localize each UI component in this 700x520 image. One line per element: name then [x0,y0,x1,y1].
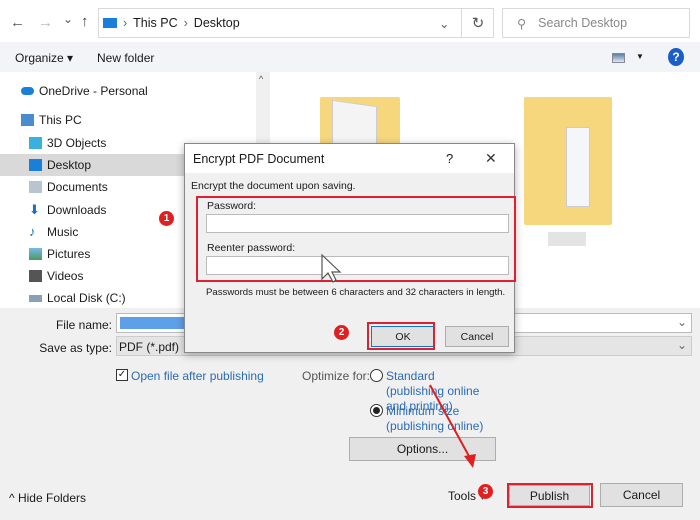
close-icon[interactable]: ✕ [485,150,497,167]
folder-icon[interactable] [524,97,612,225]
ok-highlight [367,322,435,350]
dialog-title: Encrypt PDF Document [193,152,325,166]
chevron-down-icon[interactable]: ⌄ [677,315,687,329]
organize-button[interactable]: Organize ▾ [15,51,73,65]
cube-icon [29,137,42,149]
chevron-down-icon: ⌄ [676,338,687,352]
blurred-file-name [548,232,586,246]
open-after-label[interactable]: Open file after publishing [131,369,264,383]
password-length-note: Passwords must be between 6 characters a… [206,287,506,298]
forward-button[interactable]: → [38,14,53,31]
standard-radio[interactable] [370,369,383,382]
recent-locations-button[interactable]: ⌄ [63,12,73,26]
password-fields-highlight [196,196,516,282]
computer-icon [103,18,117,28]
search-placeholder: Search Desktop [538,16,628,30]
step-3-badge: 3 [478,484,493,499]
chevron-down-icon[interactable]: ⌄ [439,16,449,31]
dialog-title-bar: Encrypt PDF Document ? ✕ [185,144,514,173]
dialog-intro: Encrypt the document upon saving. [191,180,356,192]
cancel-button[interactable]: Cancel [600,483,683,507]
cloud-icon [21,87,34,95]
breadcrumb-separator-icon: › [123,16,128,30]
document-icon [29,181,42,193]
open-after-checkbox[interactable]: ✓ [116,369,128,381]
up-button[interactable]: ↑ [81,13,89,30]
music-icon: ♪ [29,224,36,239]
scroll-up-icon[interactable]: ^ [259,74,263,84]
search-input[interactable]: ⚲ Search Desktop [502,8,690,38]
download-icon: ⬇ [29,202,40,217]
optimize-label: Optimize for: [302,369,371,383]
chevron-up-icon: ^ [9,491,18,505]
sidebar-item-onedrive[interactable]: OneDrive - Personal [0,80,256,102]
step-2-badge: 2 [334,325,349,340]
refresh-button[interactable]: ↻ [461,9,494,37]
dialog-help-button[interactable]: ? [446,151,453,166]
breadcrumb-this-pc[interactable]: This PC [133,16,177,30]
save-type-label: Save as type: [39,341,112,355]
minimum-radio[interactable] [370,404,383,417]
save-type-value: PDF (*.pdf) [119,340,180,354]
view-options-icon[interactable] [612,53,625,63]
help-button[interactable]: ? [668,48,684,66]
new-folder-button[interactable]: New folder [97,51,154,65]
video-icon [29,270,42,282]
desktop-icon [29,159,42,171]
search-icon: ⚲ [517,16,527,31]
dialog-cancel-button[interactable]: Cancel [445,326,509,347]
sidebar-item-this-pc[interactable]: This PC [0,109,256,131]
address-bar[interactable]: › This PC › Desktop ⌄ ↻ [98,8,494,38]
hide-folders-button[interactable]: ^ Hide Folders [9,491,86,505]
publish-highlight [507,483,593,508]
file-name-label: File name: [55,318,112,332]
breadcrumb-separator-icon: › [183,16,188,30]
step-1-badge: 1 [159,211,174,226]
breadcrumb-desktop[interactable]: Desktop [194,16,240,30]
computer-icon [21,114,34,126]
hide-folders-label: Hide Folders [17,491,86,505]
disk-icon [29,294,42,302]
back-button[interactable]: ← [10,14,25,31]
view-dropdown-icon[interactable]: ▼ [636,52,644,61]
mouse-cursor-icon [321,253,342,283]
annotation-arrow [429,384,476,468]
selected-file-name-text [120,317,184,329]
picture-icon [29,248,42,260]
